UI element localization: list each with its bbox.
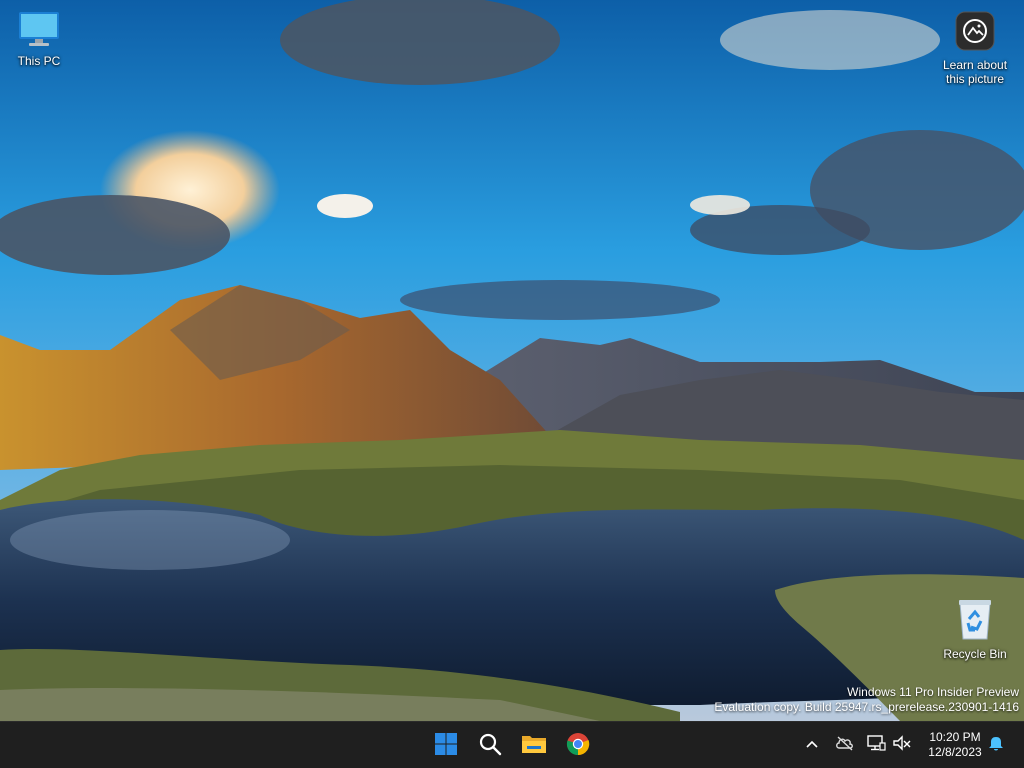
network-icon: [866, 734, 886, 757]
clock-button[interactable]: 10:20 PM 12/8/2023: [918, 730, 992, 760]
onedrive-tray-button[interactable]: [834, 734, 856, 756]
recycle-bin-icon: [935, 597, 1015, 644]
file-explorer-button[interactable]: [515, 727, 553, 765]
chrome-button[interactable]: [559, 727, 597, 765]
bell-icon: [987, 734, 1005, 757]
learn-picture-label-line2: this picture: [945, 72, 1005, 86]
taskbar: 10:20 PM 12/8/2023: [0, 721, 1024, 768]
learn-picture-label-line1: Learn about: [942, 58, 1008, 72]
search-icon: [478, 732, 502, 761]
chrome-icon: [566, 732, 590, 761]
search-button[interactable]: [471, 727, 509, 765]
desktop-wallpaper: [0, 0, 1024, 721]
windows-evaluation-watermark: Windows 11 Pro Insider Preview Evaluatio…: [714, 685, 1019, 715]
monitor-icon: [0, 10, 79, 51]
this-pc-label: This PC: [17, 54, 61, 68]
windows-logo-icon: [434, 732, 458, 761]
folder-icon: [521, 733, 547, 760]
volume-tray-button[interactable]: [891, 734, 913, 756]
chevron-up-icon: [805, 736, 819, 754]
network-tray-button[interactable]: [865, 734, 887, 756]
desktop-icon-learn-about-picture[interactable]: Learn about this picture: [935, 10, 1015, 86]
onedrive-offline-icon: [835, 735, 855, 756]
start-button[interactable]: [427, 727, 465, 765]
notifications-button[interactable]: [985, 734, 1007, 756]
recycle-bin-label: Recycle Bin: [943, 647, 1007, 661]
clock-time: 10:20 PM: [929, 730, 981, 744]
watermark-line1: Windows 11 Pro Insider Preview: [847, 685, 1019, 699]
camera-info-icon: [935, 10, 1015, 55]
clock-date: 12/8/2023: [928, 745, 982, 759]
watermark-line2: Evaluation copy. Build 25947.rs_prerelea…: [714, 700, 1019, 714]
show-hidden-icons-button[interactable]: [801, 734, 823, 756]
volume-muted-icon: [892, 734, 912, 757]
desktop-icon-recycle-bin[interactable]: Recycle Bin: [935, 597, 1015, 661]
desktop-icon-this-pc[interactable]: This PC: [0, 10, 79, 68]
